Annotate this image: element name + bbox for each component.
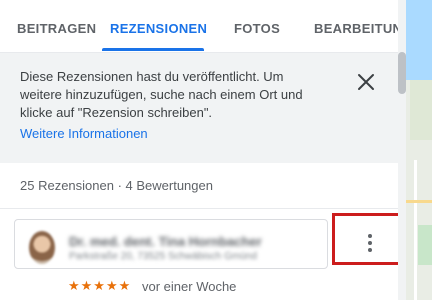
map-road xyxy=(406,200,432,203)
tab-rezensionen[interactable]: REZENSIONEN xyxy=(110,0,207,52)
info-notice: Diese Rezensionen hast du veröffentlicht… xyxy=(0,53,398,163)
close-icon[interactable] xyxy=(355,71,377,93)
tab-beitragen[interactable]: BEITRAGEN xyxy=(17,0,96,52)
more-info-link[interactable]: Weitere Informationen xyxy=(20,126,148,141)
map-water xyxy=(406,0,432,80)
divider xyxy=(0,208,398,209)
tab-fotos[interactable]: FOTOS xyxy=(234,0,280,52)
more-vert-icon[interactable] xyxy=(366,233,374,253)
reviews-panel: BEITRAGEN REZENSIONEN FOTOS BEARBEITUN..… xyxy=(0,0,398,300)
tab-bearbeitungen[interactable]: BEARBEITUN... xyxy=(314,0,398,52)
active-tab-indicator xyxy=(102,48,204,51)
star-rating: ★★★★★ xyxy=(68,278,132,293)
map-road xyxy=(414,160,417,300)
scrollbar[interactable] xyxy=(398,0,406,300)
place-avatar xyxy=(29,231,55,264)
map-strip[interactable] xyxy=(406,0,432,300)
scrollbar-thumb[interactable] xyxy=(398,52,406,94)
place-address: Parkstraße 20, 73525 Schwäbisch Gmünd xyxy=(69,251,257,262)
review-count: 25 Rezensionen · 4 Bewertungen xyxy=(20,178,213,193)
review-time: vor einer Woche xyxy=(142,279,237,294)
notice-text: Diese Rezensionen hast du veröffentlicht… xyxy=(20,69,303,120)
tab-bar: BEITRAGEN REZENSIONEN FOTOS BEARBEITUN..… xyxy=(0,0,398,53)
more-options-highlight xyxy=(332,213,398,265)
place-name: Dr. med. dent. Tina Hornbacher xyxy=(69,234,262,249)
map-park xyxy=(418,225,432,265)
map-land xyxy=(410,80,432,140)
place-card[interactable]: Dr. med. dent. Tina Hornbacher Parkstraß… xyxy=(14,219,328,269)
